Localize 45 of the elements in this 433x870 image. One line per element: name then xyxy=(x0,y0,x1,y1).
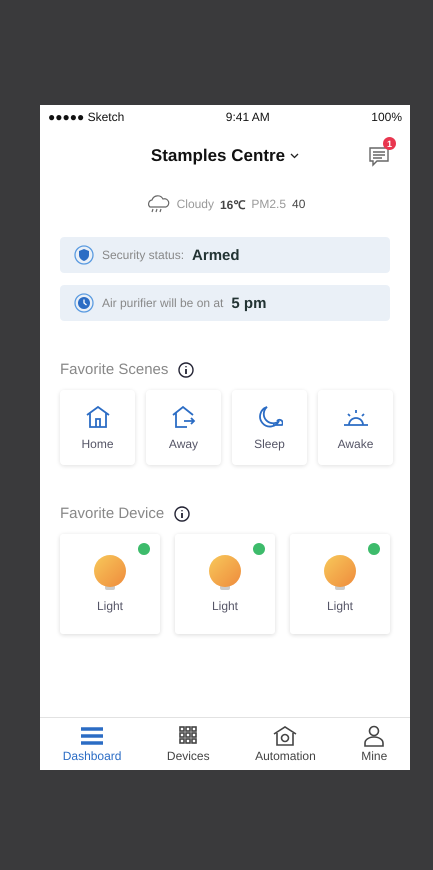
device-card[interactable]: Light xyxy=(60,534,160,634)
message-icon[interactable] xyxy=(368,145,390,167)
temperature-value: 16℃ xyxy=(220,196,246,212)
device-card[interactable]: Light xyxy=(175,534,275,634)
device-label: Light xyxy=(326,599,354,613)
device-label: Light xyxy=(212,599,238,613)
house-icon xyxy=(84,404,110,428)
pm-value: 40 xyxy=(292,197,306,211)
info-icon[interactable] xyxy=(178,362,194,378)
nav-tab[interactable]: Automation xyxy=(249,718,322,770)
clock-time: 9:41 AM xyxy=(226,110,270,124)
carrier-label: ●●●●● Sketch xyxy=(48,110,124,124)
scene-card[interactable]: Awake xyxy=(318,390,393,465)
battery-percent: 100% xyxy=(371,110,402,124)
info-icon[interactable] xyxy=(174,506,190,522)
caret-icon[interactable] xyxy=(290,153,300,159)
pm-label: PM2.5 xyxy=(251,197,286,211)
scene-card[interactable]: Away xyxy=(146,390,221,465)
status-label: Air purifier will be on at xyxy=(102,296,224,310)
nav-tab[interactable]: Dashboard xyxy=(56,718,128,770)
section-title: Favorite Scenes xyxy=(60,361,168,378)
moon-cloud-icon xyxy=(256,404,282,428)
section-title: Favorite Device xyxy=(60,505,164,522)
person-icon xyxy=(362,725,386,747)
scene-card[interactable]: Sleep xyxy=(232,390,307,465)
nav-tab[interactable]: Mine xyxy=(355,718,394,770)
clock-icon xyxy=(74,293,94,313)
scene-label: Away xyxy=(168,436,198,450)
status-value: Armed xyxy=(192,246,240,264)
shield-icon xyxy=(74,245,94,265)
scene-label: Awake xyxy=(338,436,374,450)
scene-label: Home xyxy=(81,436,114,450)
device-label: Light xyxy=(96,599,124,613)
house-gear-icon xyxy=(273,725,298,747)
menu-icon xyxy=(80,725,104,747)
device-card[interactable]: Light xyxy=(290,534,390,634)
scene-card[interactable]: Home xyxy=(60,390,135,465)
nav-tab[interactable]: Devices xyxy=(160,718,216,770)
status-value: 5 pm xyxy=(231,294,266,312)
weather-condition: Cloudy xyxy=(176,197,214,211)
location-title[interactable]: Stamples Centre xyxy=(150,146,286,166)
house-arrow-icon xyxy=(170,404,196,428)
notification-badge: 1 xyxy=(383,137,396,150)
status-label: Security status: xyxy=(102,248,184,262)
scene-label: Sleep xyxy=(254,436,285,450)
